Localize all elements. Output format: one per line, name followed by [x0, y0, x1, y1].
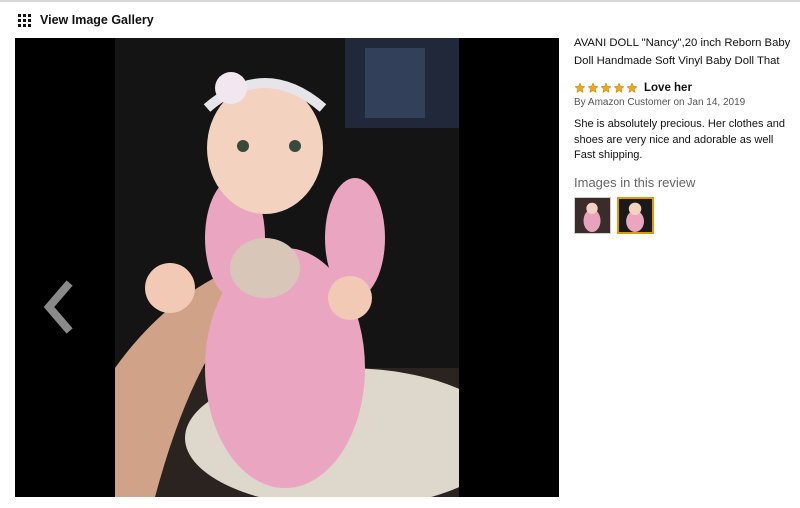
review-byline: By Amazon Customer on Jan 14, 2019: [574, 97, 746, 108]
thumbnail-image-2: [619, 198, 652, 232]
review-title: Love her: [644, 82, 692, 94]
image-viewer: [15, 38, 559, 497]
star-icon: [626, 82, 638, 94]
review-sidebar: AVANI DOLL "Nancy",20 inch Reborn Baby D…: [574, 34, 794, 234]
review-body: She is absolutely precious. Her clothes …: [574, 118, 785, 161]
review-thumbnails: [574, 196, 794, 234]
review-image-thumbnail-1[interactable]: [574, 196, 611, 234]
product-title[interactable]: AVANI DOLL "Nancy",20 inch Reborn Baby D…: [574, 34, 794, 70]
grid-icon: [18, 13, 31, 27]
view-image-gallery-link[interactable]: View Image Gallery: [18, 13, 154, 27]
star-icon: [574, 82, 586, 94]
star-icon: [613, 82, 625, 94]
view-image-gallery-label: View Image Gallery: [40, 13, 154, 27]
review-photo: [115, 38, 459, 497]
review-image-thumbnail-2[interactable]: [617, 196, 654, 234]
chevron-left-icon[interactable]: [37, 280, 77, 335]
star-icon: [587, 82, 599, 94]
images-in-review-heading: Images in this review: [574, 174, 696, 190]
review-rating-row: Love her: [574, 82, 794, 94]
thumbnail-image-1: [575, 197, 610, 233]
star-rating: [574, 82, 638, 94]
top-divider: [0, 0, 800, 2]
star-icon: [600, 82, 612, 94]
